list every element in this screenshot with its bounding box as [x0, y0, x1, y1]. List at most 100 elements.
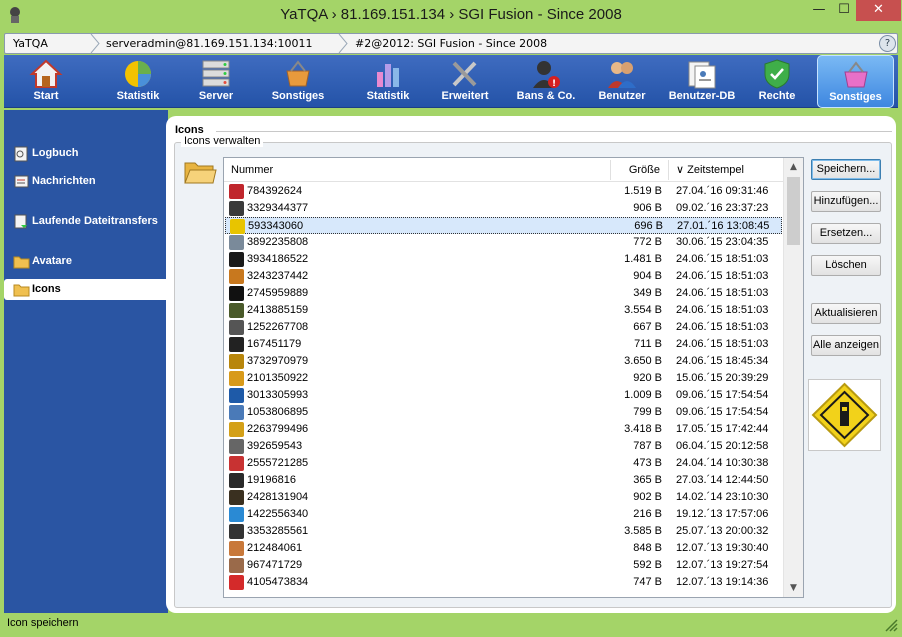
save-button[interactable]: Speichern...: [811, 159, 881, 180]
table-row[interactable]: 3243237442 904 B 24.06.´15 18:51:03: [225, 268, 782, 285]
add-button[interactable]: Hinzufügen...: [811, 191, 881, 212]
row-icon: [229, 371, 244, 386]
toolbar-statistik-1[interactable]: Statistik: [104, 55, 172, 108]
pie-chart-icon: [125, 61, 151, 87]
row-icon: [229, 439, 244, 454]
table-row[interactable]: 3013305993 1.009 B 09.06.´15 17:54:54: [225, 387, 782, 404]
cell-groesse: 3.418 B: [624, 423, 662, 435]
cell-groesse: 848 B: [633, 542, 662, 554]
table-row[interactable]: 1422556340 216 B 19.12.´13 17:57:06: [225, 506, 782, 523]
table-row[interactable]: 212484061 848 B 12.07.´13 19:30:40: [225, 540, 782, 557]
table-row[interactable]: 3732970979 3.650 B 24.06.´15 18:45:34: [225, 353, 782, 370]
sidebar-item-icons[interactable]: Icons: [4, 279, 168, 300]
cell-nummer: 3732970979: [247, 355, 309, 367]
vertical-scrollbar[interactable]: ▲ ▼: [783, 158, 803, 597]
sidebar-item-logbuch[interactable]: Logbuch: [4, 143, 168, 164]
column-header-nummer[interactable]: Nummer: [231, 158, 273, 182]
toolbar-start[interactable]: Start: [14, 55, 78, 108]
row-icon: [229, 354, 244, 369]
row-icon: [229, 269, 244, 284]
table-row[interactable]: 3934186522 1.481 B 24.06.´15 18:51:03: [225, 251, 782, 268]
row-icon: [229, 320, 244, 335]
scroll-down-icon[interactable]: ▼: [784, 579, 803, 597]
status-text: Icon speichern: [7, 617, 79, 629]
toolbar-benutzer[interactable]: Benutzer: [588, 55, 656, 108]
row-icon: [229, 524, 244, 539]
refresh-button[interactable]: Aktualisieren: [811, 303, 881, 324]
minimize-button[interactable]: —: [806, 0, 832, 21]
users-icon: [608, 62, 636, 88]
toolbar-sonstiges-1[interactable]: Sonstiges: [262, 55, 334, 108]
cell-nummer: 3934186522: [247, 253, 309, 265]
table-row[interactable]: 593343060 696 B 27.01.´16 13:08:45: [225, 217, 782, 234]
toolbar-statistik-2[interactable]: Statistik: [356, 55, 420, 108]
row-icon: [229, 388, 244, 403]
warning-sign-icon: [809, 380, 880, 450]
close-button[interactable]: ✕: [856, 0, 901, 21]
row-icon: [229, 558, 244, 573]
breadcrumb-item-server[interactable]: serveradmin@81.169.151.134:10011: [102, 34, 312, 53]
table-row[interactable]: 1252267708 667 B 24.06.´15 18:51:03: [225, 319, 782, 336]
table-row[interactable]: 1053806895 799 B 09.06.´15 17:54:54: [225, 404, 782, 421]
folder-icon: [13, 284, 30, 297]
toolbar-benutzer-db[interactable]: Benutzer-DB: [658, 55, 746, 108]
table-row[interactable]: 2263799496 3.418 B 17.05.´15 17:42:44: [225, 421, 782, 438]
icons-table[interactable]: Nummer Größe ∨ Zeitstempel 784392624 1.51…: [223, 157, 804, 598]
house-icon: [29, 59, 63, 88]
scroll-thumb[interactable]: [787, 177, 800, 245]
column-header-zeitstempel[interactable]: ∨ Zeitstempel: [676, 158, 744, 182]
table-row[interactable]: 3353285561 3.585 B 25.07.´13 20:00:32: [225, 523, 782, 540]
row-icon: [229, 405, 244, 420]
table-row[interactable]: 392659543 787 B 06.04.´15 20:12:58: [225, 438, 782, 455]
row-icon: [229, 184, 244, 199]
table-row[interactable]: 3892235808 772 B 30.06.´15 23:04:35: [225, 234, 782, 251]
toolbar-erweitert[interactable]: Erweitert: [432, 55, 498, 108]
table-row[interactable]: 784392624 1.519 B 27.04.´16 09:31:46: [225, 183, 782, 200]
cell-nummer: 167451179: [247, 338, 302, 350]
toolbar-rechte[interactable]: Rechte: [746, 55, 808, 108]
sidebar-item-nachrichten[interactable]: Nachrichten: [4, 171, 168, 192]
table-row[interactable]: 2101350922 920 B 15.06.´15 20:39:29: [225, 370, 782, 387]
table-row[interactable]: 2555721285 473 B 24.04.´14 10:30:38: [225, 455, 782, 472]
breadcrumb-item-app[interactable]: YaTQA: [9, 34, 48, 53]
cell-nummer: 784392624: [247, 185, 303, 197]
table-row[interactable]: 167451179 711 B 24.06.´15 18:51:03: [225, 336, 782, 353]
cell-groesse: 3.585 B: [624, 525, 662, 537]
cell-nummer: 2263799496: [247, 423, 309, 435]
cell-zeitstempel: 17.05.´15 17:42:44: [676, 423, 769, 435]
table-row[interactable]: 4105473834 747 B 12.07.´13 19:14:36: [225, 574, 782, 591]
scroll-up-icon[interactable]: ▲: [784, 158, 803, 176]
table-row[interactable]: 2745959889 349 B 24.06.´15 18:51:03: [225, 285, 782, 302]
table-row[interactable]: 2428131904 902 B 14.02.´14 23:10:30: [225, 489, 782, 506]
sidebar-item-dateitransfers[interactable]: Laufende Dateitransfers: [4, 211, 168, 232]
delete-button[interactable]: Löschen: [811, 255, 881, 276]
cell-nummer: 2101350922: [247, 372, 309, 384]
table-row[interactable]: 3329344377 906 B 09.02.´16 23:37:23: [225, 200, 782, 217]
cell-groesse: 365 B: [633, 474, 662, 486]
cell-zeitstempel: 24.06.´15 18:51:03: [676, 338, 769, 350]
table-row[interactable]: 967471729 592 B 12.07.´13 19:27:54: [225, 557, 782, 574]
open-folder-icon: [184, 162, 217, 184]
cell-nummer: 19196816: [247, 474, 296, 486]
cell-groesse: 787 B: [633, 440, 662, 452]
show-all-button[interactable]: Alle anzeigen: [811, 335, 881, 356]
sidebar-item-avatare[interactable]: Avatare: [4, 251, 168, 272]
toolbar-bans[interactable]: ! Bans & Co.: [508, 55, 584, 108]
table-row[interactable]: 2413885159 3.554 B 24.06.´15 18:51:03: [225, 302, 782, 319]
toolbar-sonstiges-2[interactable]: Sonstiges: [817, 55, 894, 108]
toolbar-server[interactable]: Server: [184, 55, 248, 108]
resize-grip-icon[interactable]: [883, 617, 899, 633]
cell-groesse: 711 B: [634, 338, 662, 350]
replace-button[interactable]: Ersetzen...: [811, 223, 881, 244]
cell-nummer: 2555721285: [247, 457, 309, 469]
icon-preview: [808, 379, 881, 451]
table-row[interactable]: 19196816 365 B 27.03.´14 12:44:50: [225, 472, 782, 489]
breadcrumb-item-virtual-server[interactable]: #2@2012: SGI Fusion - Since 2008: [351, 34, 547, 53]
column-header-groesse[interactable]: Größe: [610, 158, 664, 182]
cell-zeitstempel: 30.06.´15 23:04:35: [676, 236, 769, 248]
cell-zeitstempel: 12.07.´13 19:30:40: [676, 542, 769, 554]
basket-icon: [843, 61, 868, 88]
help-icon[interactable]: ?: [879, 35, 896, 52]
maximize-button[interactable]: ☐: [832, 0, 856, 21]
content-panel: Icons Icons verwalten Nummer Größe ∨ Zei…: [166, 116, 896, 613]
